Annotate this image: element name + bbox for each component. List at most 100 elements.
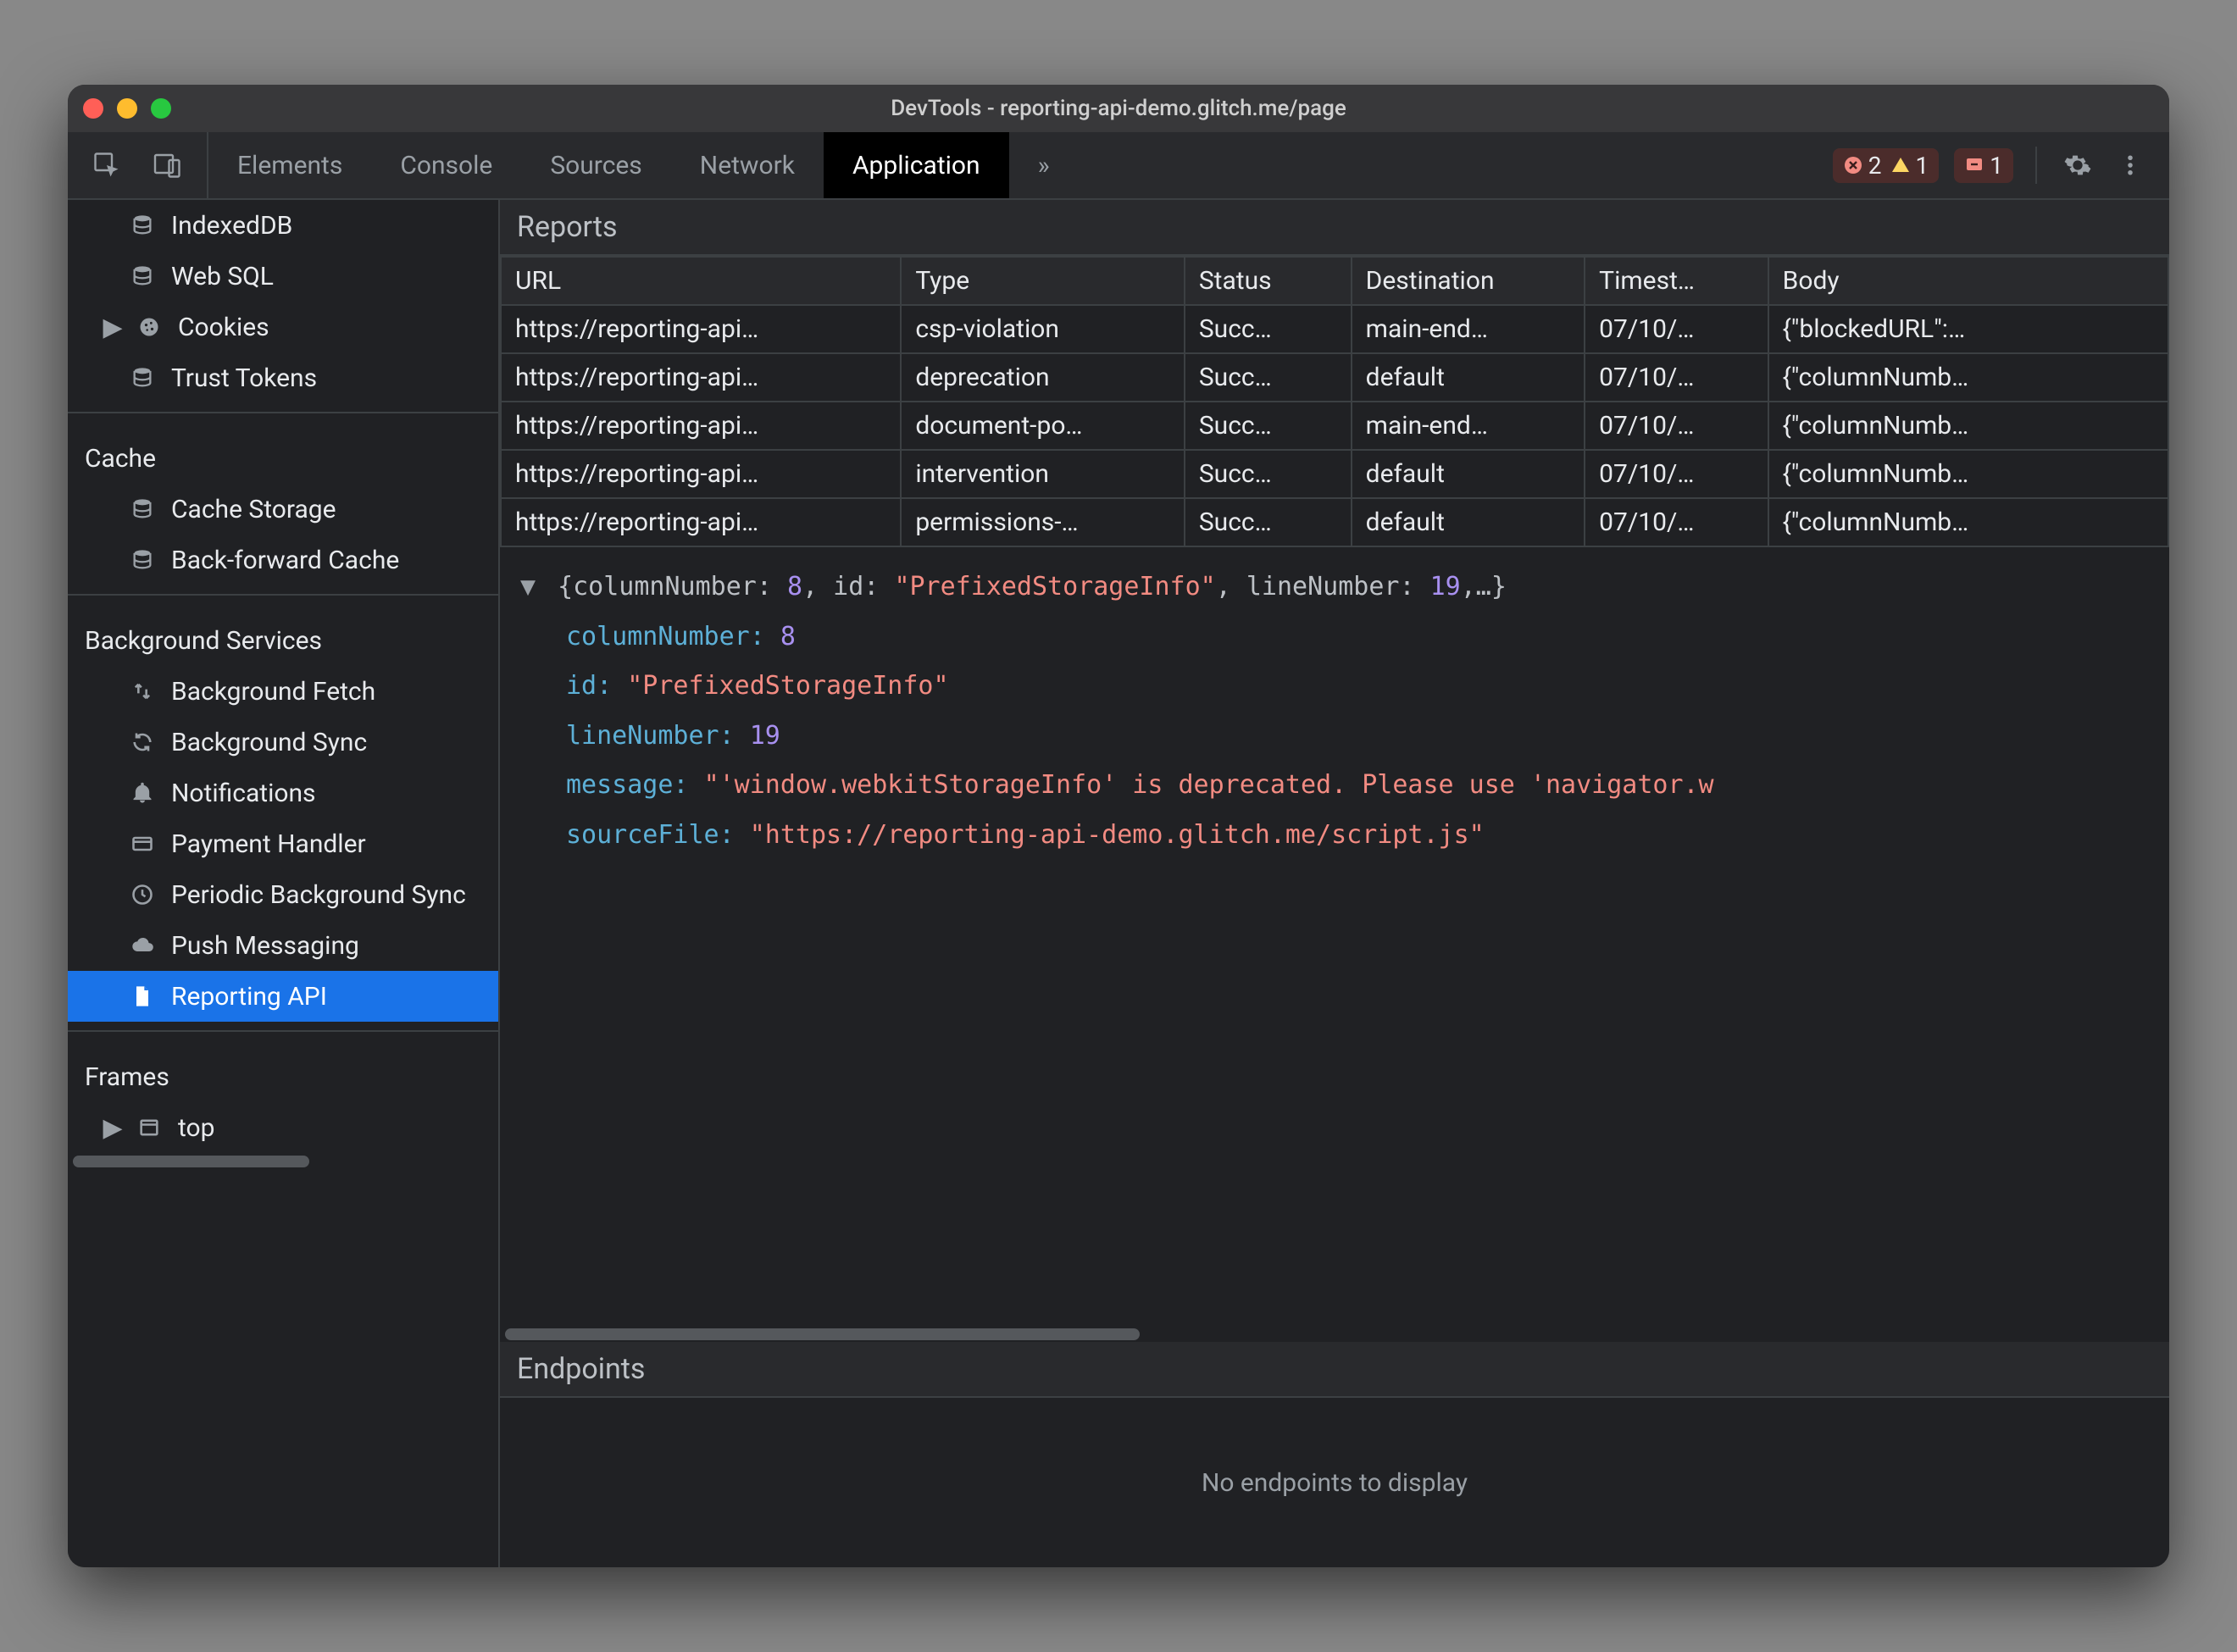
cell-url: https://reporting-api…: [501, 498, 901, 546]
detail-key: columnNumber:: [566, 622, 765, 651]
sidebar-item-payment-handler[interactable]: Payment Handler: [68, 818, 498, 869]
col-body[interactable]: Body: [1768, 257, 2168, 305]
window-controls: [83, 98, 171, 119]
separator: [68, 412, 498, 413]
cell-url: https://reporting-api…: [501, 305, 901, 353]
clock-icon: [127, 883, 158, 906]
cell-type: permissions-…: [901, 498, 1185, 546]
reports-header: Reports: [500, 200, 2169, 256]
sidebar-item-label: Payment Handler: [171, 829, 366, 859]
sidebar-item-reporting-api[interactable]: Reporting API: [68, 971, 498, 1022]
window-title: DevTools - reporting-api-demo.glitch.me/…: [68, 96, 2169, 121]
cell-status: Succ…: [1185, 353, 1352, 402]
toolbar-left: [68, 132, 208, 198]
disclosure-triangle-icon[interactable]: ▼: [520, 563, 542, 613]
cell-time: 07/10/…: [1585, 305, 1768, 353]
cell-status: Succ…: [1185, 498, 1352, 546]
sidebar-item-frame-top[interactable]: ▶ top: [68, 1102, 498, 1153]
detail-hscrollbar[interactable]: [500, 1327, 2169, 1342]
errors-count: 2: [1868, 152, 1882, 180]
tab-more[interactable]: »: [1009, 132, 1079, 198]
sidebar-item-label: Reporting API: [171, 982, 327, 1012]
database-icon: [127, 497, 158, 521]
cell-type: deprecation: [901, 353, 1185, 402]
sidebar-item-label: top: [178, 1113, 214, 1143]
cell-time: 07/10/…: [1585, 450, 1768, 498]
cell-time: 07/10/…: [1585, 402, 1768, 450]
content: IndexedDB Web SQL ▶ Cookies Trust Tokens…: [68, 200, 2169, 1567]
cell-body: {"columnNumb…: [1768, 450, 2168, 498]
main-panel: Reports URL Type Status Destination Time…: [500, 200, 2169, 1567]
table-header-row: URL Type Status Destination Timest… Body: [501, 257, 2168, 305]
gear-icon[interactable]: [2059, 147, 2096, 184]
issues-badge[interactable]: 1: [1954, 148, 2013, 183]
sidebar-item-cache-storage[interactable]: Cache Storage: [68, 484, 498, 535]
sidebar-group-frames: Frames: [68, 1040, 498, 1102]
cell-dest: main-end…: [1352, 305, 1585, 353]
sidebar-item-bg-sync[interactable]: Background Sync: [68, 717, 498, 768]
table-row[interactable]: https://reporting-api…csp-violationSucc……: [501, 305, 2168, 353]
panel-tabs: Elements Console Sources Network Applica…: [208, 132, 1079, 198]
device-toolbar-icon[interactable]: [149, 147, 186, 184]
sidebar-item-push-messaging[interactable]: Push Messaging: [68, 920, 498, 971]
sidebar-item-label: Cookies: [178, 313, 269, 342]
detail-value: 8: [780, 622, 796, 651]
minimize-window-button[interactable]: [117, 98, 137, 119]
table-row[interactable]: https://reporting-api…deprecationSucc…de…: [501, 353, 2168, 402]
console-status-badge[interactable]: 2 1: [1833, 148, 1940, 183]
sidebar-item-cookies[interactable]: ▶ Cookies: [68, 302, 498, 352]
tab-elements[interactable]: Elements: [208, 132, 371, 198]
col-url[interactable]: URL: [501, 257, 901, 305]
sync-icon: [127, 730, 158, 754]
col-type[interactable]: Type: [901, 257, 1185, 305]
warnings-count: 1: [1916, 152, 1929, 180]
tab-sources[interactable]: Sources: [521, 132, 670, 198]
sidebar-item-label: Web SQL: [171, 262, 274, 291]
cell-time: 07/10/…: [1585, 498, 1768, 546]
col-destination[interactable]: Destination: [1352, 257, 1585, 305]
sidebar-item-bfcache[interactable]: Back-forward Cache: [68, 535, 498, 585]
detail-key: lineNumber:: [566, 721, 735, 751]
table-row[interactable]: https://reporting-api…document-po…Succ…m…: [501, 402, 2168, 450]
cell-body: {"columnNumb…: [1768, 353, 2168, 402]
col-timestamp[interactable]: Timest…: [1585, 257, 1768, 305]
sidebar-item-notifications[interactable]: Notifications: [68, 768, 498, 818]
sidebar-item-label: Push Messaging: [171, 931, 359, 961]
detail-key: message:: [566, 770, 689, 800]
tab-console[interactable]: Console: [371, 132, 521, 198]
sidebar-item-label: Notifications: [171, 779, 316, 808]
devtools-window: DevTools - reporting-api-demo.glitch.me/…: [68, 85, 2169, 1567]
cell-status: Succ…: [1185, 450, 1352, 498]
tab-application[interactable]: Application: [824, 132, 1009, 198]
detail-key: sourceFile:: [566, 820, 735, 850]
sidebar-item-label: Background Sync: [171, 728, 367, 757]
sidebar-item-bg-fetch[interactable]: Background Fetch: [68, 666, 498, 717]
kebab-icon[interactable]: [2112, 147, 2149, 184]
sidebar-item-trust-tokens[interactable]: Trust Tokens: [68, 352, 498, 403]
tab-network[interactable]: Network: [671, 132, 824, 198]
sidebar-item-label: IndexedDB: [171, 211, 292, 241]
cell-body: {"blockedURL":…: [1768, 305, 2168, 353]
cloud-icon: [127, 934, 158, 957]
zoom-window-button[interactable]: [151, 98, 171, 119]
table-row[interactable]: https://reporting-api…permissions-…Succ……: [501, 498, 2168, 546]
warning-icon: [1890, 155, 1911, 175]
sidebar-group-cache: Cache: [68, 422, 498, 484]
endpoints-empty: No endpoints to display: [500, 1398, 2169, 1567]
table-row[interactable]: https://reporting-api…interventionSucc…d…: [501, 450, 2168, 498]
sidebar-item-label: Back-forward Cache: [171, 546, 399, 575]
database-icon: [127, 213, 158, 237]
sidebar-item-indexeddb[interactable]: IndexedDB: [68, 200, 498, 251]
inspect-element-icon[interactable]: [88, 147, 125, 184]
application-sidebar[interactable]: IndexedDB Web SQL ▶ Cookies Trust Tokens…: [68, 200, 500, 1567]
report-detail[interactable]: ▼ {columnNumber: 8, id: "PrefixedStorage…: [500, 547, 2169, 1327]
sidebar-item-websql[interactable]: Web SQL: [68, 251, 498, 302]
sidebar-item-periodic-bg-sync[interactable]: Periodic Background Sync: [68, 869, 498, 920]
col-status[interactable]: Status: [1185, 257, 1352, 305]
frame-icon: [134, 1116, 164, 1139]
card-icon: [127, 832, 158, 856]
detail-value: "PrefixedStorageInfo": [627, 671, 948, 701]
sidebar-hscrollbar[interactable]: [68, 1156, 498, 1172]
titlebar: DevTools - reporting-api-demo.glitch.me/…: [68, 85, 2169, 132]
close-window-button[interactable]: [83, 98, 103, 119]
